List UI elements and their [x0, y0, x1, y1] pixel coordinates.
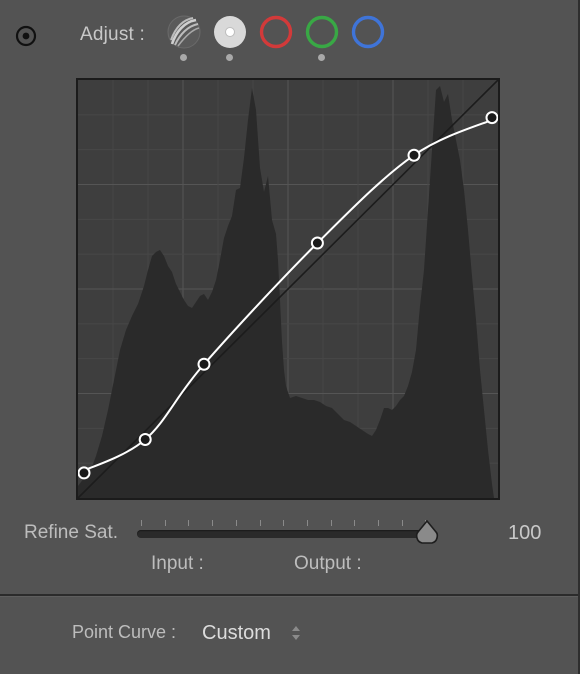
input-readout-label: Input : — [151, 553, 204, 574]
parametric-curve-icon[interactable] — [166, 14, 202, 50]
refine-sat-slider[interactable] — [137, 530, 427, 538]
green-channel-icon[interactable] — [304, 14, 340, 50]
curve-control-point[interactable] — [407, 148, 421, 162]
tone-curve-graph[interactable] — [78, 80, 498, 498]
rgb-channel-dot — [226, 54, 233, 61]
tone-curve-panel: Adjust : Refine Sat. 100 Input: Output … — [0, 0, 580, 674]
slider-tick — [212, 520, 214, 526]
slider-tick — [330, 520, 332, 526]
curve-control-point[interactable] — [197, 357, 211, 371]
adjust-label: Adjust : — [80, 24, 145, 45]
curve-control-point[interactable] — [138, 432, 152, 446]
stepper-arrows-icon — [292, 626, 300, 640]
curve-control-point[interactable] — [485, 111, 498, 125]
slider-tick — [306, 520, 308, 526]
refine-sat-value: 100 — [508, 522, 542, 544]
slider-tick — [141, 520, 142, 526]
blue-channel-icon[interactable] — [350, 14, 386, 50]
slider-tick — [164, 520, 166, 526]
slider-tick — [188, 520, 190, 526]
output-readout-label: Output : — [294, 553, 362, 574]
curve-control-point[interactable] — [78, 466, 91, 480]
curve-control-point[interactable] — [310, 236, 324, 250]
parametric-channel-dot — [180, 54, 187, 61]
slider-tick — [401, 520, 403, 526]
point-curve-value: Custom — [202, 622, 271, 644]
slider-tick — [378, 520, 379, 526]
slider-tick — [235, 520, 237, 526]
refine-sat-label: Refine Sat. — [24, 522, 118, 543]
slider-tick — [283, 520, 285, 526]
target-adjustment-icon[interactable] — [14, 24, 38, 48]
red-channel-icon[interactable] — [258, 14, 294, 50]
point-curve-select[interactable]: Custom — [200, 618, 310, 648]
green-channel-dot — [318, 54, 325, 61]
rgb-channel-icon[interactable] — [212, 14, 248, 50]
refine-sat-slider-thumb[interactable] — [415, 520, 439, 546]
section-divider-highlight — [0, 596, 578, 597]
slider-tick — [259, 520, 261, 526]
point-curve-label: Point Curve : — [72, 622, 177, 642]
tone-curve-editor[interactable] — [76, 78, 500, 500]
slider-tick — [354, 520, 356, 526]
